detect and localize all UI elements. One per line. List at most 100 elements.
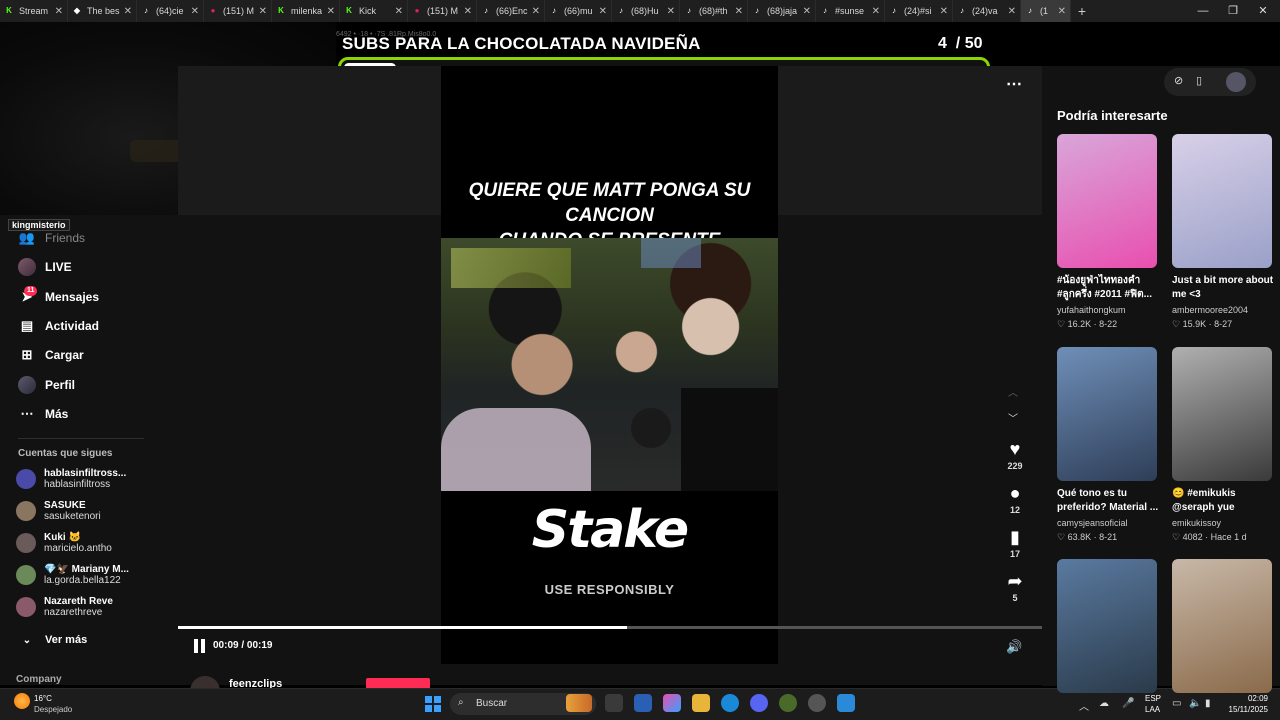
recommended-video-card[interactable]: [1057, 559, 1159, 693]
card-meta: ♡ 15.9K · 8-27: [1172, 319, 1274, 330]
company-link[interactable]: Company: [16, 674, 62, 685]
close-window-button[interactable]: ✕: [1248, 0, 1278, 22]
browser-tab[interactable]: ♪ (68)#th ✕: [680, 0, 748, 22]
close-tab-icon[interactable]: ✕: [667, 6, 675, 17]
speaker-icon[interactable]: 🔈: [1189, 698, 1201, 709]
sidebar-item-upload[interactable]: ⊞ Cargar: [18, 346, 84, 364]
browser-tab[interactable]: Kmilenka ✕: [272, 0, 340, 22]
recommended-video-card[interactable]: Qué tono es tu preferido? Material ... ca…: [1057, 347, 1159, 543]
discord-icon[interactable]: [750, 694, 768, 712]
sidebar-item-profile[interactable]: Perfil: [18, 376, 75, 394]
close-tab-icon[interactable]: ✕: [191, 6, 199, 17]
battery-icon[interactable]: ▮: [1205, 698, 1211, 709]
sub-goal-count: 4 / 50: [938, 35, 982, 53]
sidebar-item-label: Mensajes: [45, 290, 100, 304]
previous-video-icon[interactable]: ︿: [1008, 384, 1018, 399]
close-tab-icon[interactable]: ✕: [464, 6, 472, 17]
browser-tab[interactable]: ● (151) M ✕: [408, 0, 477, 22]
maximize-button[interactable]: ❐: [1218, 0, 1248, 22]
account-avatar[interactable]: [1226, 72, 1246, 92]
close-tab-icon[interactable]: ✕: [259, 6, 267, 17]
obs-icon[interactable]: [808, 694, 826, 712]
video-action[interactable]: ➦ 5: [1000, 572, 1030, 603]
video-action[interactable]: ♥ 229: [1000, 440, 1030, 471]
browser-tab[interactable]: K Stream ✕: [0, 0, 68, 22]
video-action[interactable]: ● 12: [1000, 484, 1030, 515]
recommended-video-card[interactable]: #น้องยูฟ่าไททองคำ #ลูกครึ่ง #2011 #ฟิต..…: [1057, 134, 1159, 330]
recommended-video-card[interactable]: Just a bit more about me <3 ambermooree20…: [1172, 134, 1274, 330]
copilot-icon[interactable]: [663, 694, 681, 712]
volume-icon[interactable]: 🔊: [1006, 639, 1022, 655]
close-tab-icon[interactable]: ✕: [940, 6, 948, 17]
paint-icon[interactable]: [837, 694, 855, 712]
following-account[interactable]: 💎🦅 Mariany M... la.gorda.bella122: [16, 564, 129, 586]
minimize-button[interactable]: —: [1188, 0, 1218, 22]
following-account[interactable]: SASUKE sasuketenori: [16, 500, 101, 522]
close-tab-icon[interactable]: ✕: [55, 6, 63, 17]
clock-time[interactable]: 02:09: [1218, 694, 1268, 703]
more-options-icon[interactable]: ⋯: [1006, 74, 1022, 94]
close-tab-icon[interactable]: ✕: [327, 6, 335, 17]
wifi-icon[interactable]: ▭: [1172, 698, 1181, 709]
following-account[interactable]: hablasinfiltross... hablasinfiltross: [16, 468, 126, 490]
see-more-button[interactable]: ⌄ Ver más: [18, 631, 87, 649]
video-action[interactable]: ▮ 17: [1000, 528, 1030, 559]
recommended-video-card[interactable]: [1172, 559, 1274, 693]
close-tab-icon[interactable]: ✕: [1008, 6, 1016, 17]
browser-tab[interactable]: ● (151) M ✕: [204, 0, 272, 22]
compass-icon[interactable]: ⊘: [1174, 74, 1183, 87]
mic-icon[interactable]: 🎤: [1122, 698, 1134, 709]
edge-icon[interactable]: [721, 694, 739, 712]
sidebar-item-friends[interactable]: 👥 Friends: [18, 229, 85, 247]
browser-tab[interactable]: ♪ (64)cie ✕: [137, 0, 204, 22]
clock-date[interactable]: 15/11/2025: [1218, 705, 1268, 714]
sidebar-item-more[interactable]: ⋯ Más: [18, 405, 69, 423]
close-tab-icon[interactable]: ✕: [735, 6, 743, 17]
browser-tab[interactable]: ♪ (66)Enc ✕: [477, 0, 545, 22]
right-toolbar: ⊘ ▯: [1164, 68, 1256, 96]
following-account[interactable]: Kuki 🐱 maricielo.antho: [16, 532, 112, 554]
recommended-video-card[interactable]: 😊 #emikukis @seraph yue emikukissoy ♡ 4082…: [1172, 347, 1274, 543]
browser-tab[interactable]: ♪ (66)mu ✕: [545, 0, 612, 22]
sidebar-item-live[interactable]: LIVE: [18, 258, 72, 276]
next-video-icon[interactable]: ﹀: [1008, 410, 1018, 425]
following-name: hablasinfiltross...: [44, 468, 127, 479]
browser-tab[interactable]: ♪ (68)Hu ✕: [612, 0, 680, 22]
browser-tab[interactable]: ♪ (1 ✕: [1021, 0, 1071, 22]
chevron-up-icon[interactable]: ︿: [1079, 698, 1089, 713]
browser-tab[interactable]: ♪ (68)jaja ✕: [748, 0, 816, 22]
task-view-icon[interactable]: [605, 694, 623, 712]
close-tab-icon[interactable]: ✕: [803, 6, 811, 17]
onedrive-icon[interactable]: ☁: [1099, 698, 1109, 709]
pause-icon[interactable]: [194, 639, 206, 653]
close-tab-icon[interactable]: ✕: [124, 6, 132, 17]
close-tab-icon[interactable]: ✕: [532, 6, 540, 17]
kick-icon: K: [278, 6, 284, 15]
file-explorer-icon[interactable]: [692, 694, 710, 712]
browser-tab[interactable]: ♪ (24)va ✕: [953, 0, 1021, 22]
search-highlight-icon[interactable]: [566, 694, 592, 712]
windows-start-icon[interactable]: [425, 696, 441, 712]
tiktok-icon: ♪: [484, 6, 488, 15]
close-tab-icon[interactable]: ✕: [872, 6, 880, 17]
video-progress-bar[interactable]: [178, 626, 1042, 629]
heart-icon: ♥: [1009, 439, 1021, 459]
browser-tab[interactable]: K Kick ✕: [340, 0, 408, 22]
browser-tab-label: The bes: [87, 6, 120, 16]
device-icon[interactable]: ▯: [1196, 74, 1202, 87]
new-tab-button[interactable]: +: [1071, 3, 1093, 19]
close-tab-icon[interactable]: ✕: [1058, 6, 1066, 17]
close-tab-icon[interactable]: ✕: [599, 6, 607, 17]
kick-icon: K: [346, 6, 352, 15]
browser-tab[interactable]: ◆ The bes ✕: [68, 0, 137, 22]
browser-tab[interactable]: ♪ #sunse ✕: [816, 0, 885, 22]
store-icon[interactable]: [634, 694, 652, 712]
close-tab-icon[interactable]: ✕: [395, 6, 403, 17]
following-account[interactable]: Nazareth Reve nazarethreve: [16, 596, 113, 618]
browser-tab[interactable]: ♪ (24)#si ✕: [885, 0, 953, 22]
input-language[interactable]: ESP: [1145, 694, 1161, 703]
app-icon[interactable]: [779, 694, 797, 712]
weather-icon[interactable]: [14, 693, 30, 709]
video-thumbnail: [1057, 134, 1157, 268]
sidebar-item-activity[interactable]: ▤ Actividad: [18, 317, 99, 335]
